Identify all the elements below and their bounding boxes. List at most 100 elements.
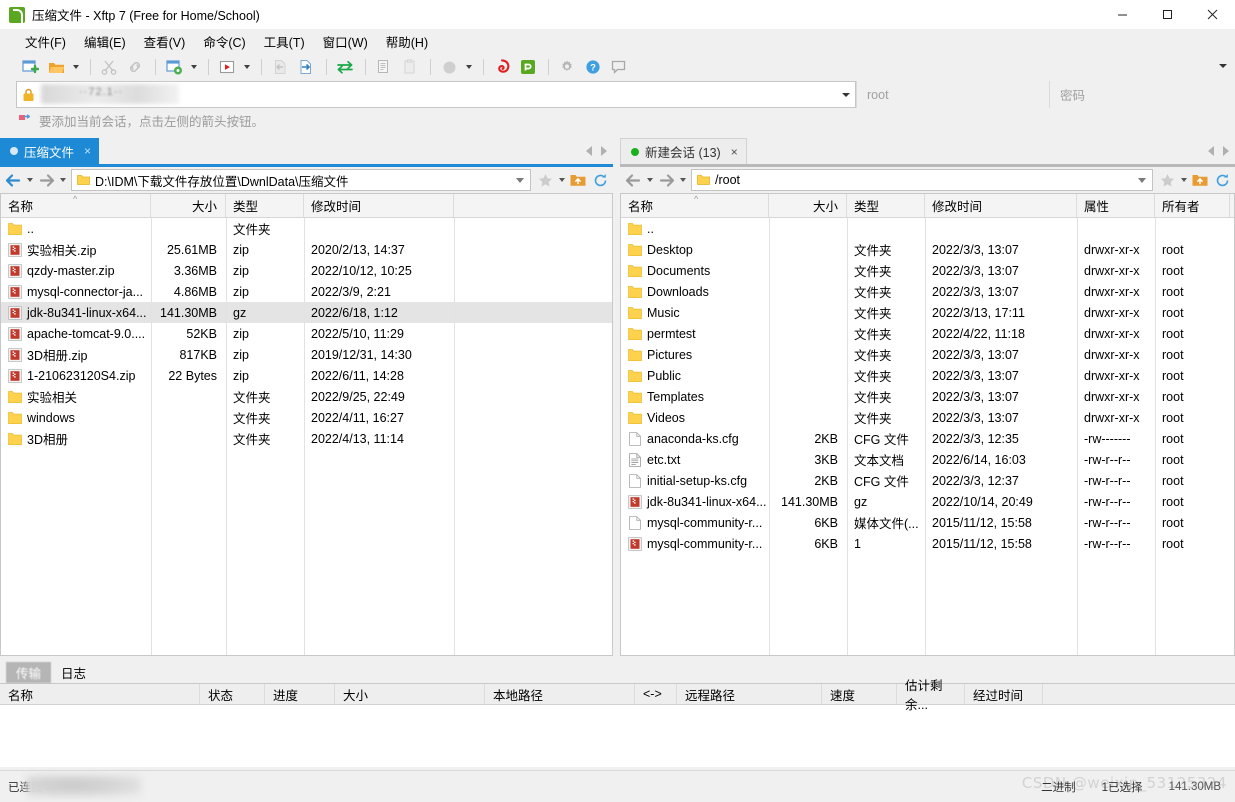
host-chevron-down-icon[interactable]: [837, 93, 855, 97]
table-row[interactable]: mysql-connector-ja... 4.86MB zip 2022/3/9, …: [1, 281, 612, 302]
refresh-icon[interactable]: [1211, 169, 1233, 191]
table-row[interactable]: Downloads 文件夹 2022/3/3, 13:07 drwxr-xr-x roo…: [621, 281, 1234, 302]
column-header-speed[interactable]: 速度: [822, 684, 897, 704]
close-button[interactable]: [1190, 0, 1235, 29]
local-path-input[interactable]: D:\IDM\下载文件存放位置\DwnlData\压缩文件: [71, 169, 531, 191]
transfer-list-body[interactable]: [0, 705, 1235, 767]
table-row[interactable]: ..: [621, 218, 1234, 239]
tab-close-icon[interactable]: ×: [731, 145, 738, 159]
table-row[interactable]: Documents 文件夹 2022/3/3, 13:07 drwxr-xr-x roo…: [621, 260, 1234, 281]
back-button[interactable]: [622, 169, 644, 191]
column-header-type[interactable]: 类型: [847, 194, 925, 217]
pane-splitter[interactable]: [613, 136, 620, 656]
menu-tools[interactable]: 工具(T): [255, 29, 314, 54]
column-header-eta[interactable]: 估计剩余...: [897, 679, 965, 712]
column-header-local-path[interactable]: 本地路径: [485, 684, 635, 704]
gear-icon[interactable]: [555, 56, 579, 78]
copy-icon[interactable]: [372, 56, 396, 78]
xshell-icon[interactable]: [490, 56, 514, 78]
circle-chevron-down-icon[interactable]: [463, 56, 474, 78]
column-header-status[interactable]: 状态: [200, 684, 265, 704]
table-row[interactable]: anaconda-ks.cfg 2KB CFG 文件 2022/3/3, 12:35 -…: [621, 428, 1234, 449]
run-chevron-down-icon[interactable]: [241, 56, 252, 78]
menu-file[interactable]: 文件(F): [16, 29, 75, 54]
new-session-icon[interactable]: [18, 56, 42, 78]
forward-button[interactable]: [655, 169, 677, 191]
sync-transfer-icon[interactable]: [333, 56, 357, 78]
session-settings-chevron-down-icon[interactable]: [188, 56, 199, 78]
bookmark-star-icon[interactable]: [534, 169, 556, 191]
transfer-right-icon[interactable]: [294, 56, 318, 78]
menu-help[interactable]: 帮助(H): [377, 29, 437, 54]
back-button[interactable]: [2, 169, 24, 191]
parent-folder-icon[interactable]: [1189, 169, 1211, 191]
table-row[interactable]: etc.txt 3KB 文本文档 2022/6/14, 16:03 -rw-r--r--…: [621, 449, 1234, 470]
column-header-type[interactable]: 类型: [226, 194, 304, 217]
forward-button[interactable]: [35, 169, 57, 191]
column-header-size[interactable]: 大小: [335, 684, 485, 704]
refresh-icon[interactable]: [589, 169, 611, 191]
toolbar-overflow-chevron-icon[interactable]: [1217, 56, 1229, 76]
open-folder-chevron-down-icon[interactable]: [70, 56, 81, 78]
column-header-remote-path[interactable]: 远程路径: [677, 684, 822, 704]
bookmark-star-icon[interactable]: [1156, 169, 1178, 191]
remote-file-list[interactable]: 名称 大小 类型 修改时间 属性 所有者 ^ .. Desktop 文件夹 2022/…: [620, 193, 1235, 656]
table-row[interactable]: Desktop 文件夹 2022/3/3, 13:07 drwxr-xr-x root: [621, 239, 1234, 260]
column-header-direction[interactable]: <->: [635, 684, 677, 704]
table-row[interactable]: 3D相册 文件夹 2022/4/13, 11:14: [1, 428, 612, 449]
tab-remote-new-session[interactable]: 新建会话 (13) ×: [620, 138, 747, 164]
table-row[interactable]: 3D相册.zip 817KB zip 2019/12/31, 14:30: [1, 344, 612, 365]
table-row[interactable]: Music 文件夹 2022/3/13, 17:11 drwxr-xr-x root: [621, 302, 1234, 323]
path-chevron-down-icon[interactable]: [516, 177, 524, 183]
run-icon[interactable]: [215, 56, 239, 78]
column-header-progress[interactable]: 进度: [265, 684, 335, 704]
table-row[interactable]: permtest 文件夹 2022/4/22, 11:18 drwxr-xr-x roo…: [621, 323, 1234, 344]
help-icon[interactable]: ?: [581, 56, 605, 78]
tab-scroll-right-icon[interactable]: [1223, 146, 1229, 156]
table-row[interactable]: apache-tomcat-9.0.... 52KB zip 2022/5/10, 1…: [1, 323, 612, 344]
menu-view[interactable]: 查看(V): [135, 29, 195, 54]
back-chevron-down-icon[interactable]: [24, 169, 35, 191]
forward-chevron-down-icon[interactable]: [57, 169, 68, 191]
table-row[interactable]: Pictures 文件夹 2022/3/3, 13:07 drwxr-xr-x root: [621, 344, 1234, 365]
remote-path-input[interactable]: /root: [691, 169, 1153, 191]
column-header-modified[interactable]: 修改时间: [304, 194, 454, 217]
column-header-size[interactable]: 大小: [769, 194, 847, 217]
menu-command[interactable]: 命令(C): [194, 29, 254, 54]
tab-scroll-right-icon[interactable]: [601, 146, 607, 156]
tab-local-compressed-files[interactable]: 压缩文件 ×: [0, 138, 100, 164]
bookmark-chevron-down-icon[interactable]: [556, 169, 567, 191]
table-row[interactable]: Public 文件夹 2022/3/3, 13:07 drwxr-xr-x root: [621, 365, 1234, 386]
column-header-owner[interactable]: 所有者: [1155, 194, 1230, 217]
menu-window[interactable]: 窗口(W): [314, 29, 377, 54]
maximize-button[interactable]: [1145, 0, 1190, 29]
menu-edit[interactable]: 编辑(E): [75, 29, 135, 54]
forward-chevron-down-icon[interactable]: [677, 169, 688, 191]
path-chevron-down-icon[interactable]: [1138, 177, 1146, 183]
table-row[interactable]: Videos 文件夹 2022/3/3, 13:07 drwxr-xr-x root: [621, 407, 1234, 428]
minimize-button[interactable]: [1100, 0, 1145, 29]
column-header-attrs[interactable]: 属性: [1077, 194, 1155, 217]
table-row[interactable]: 实验相关 文件夹 2022/9/25, 22:49: [1, 386, 612, 407]
parent-folder-icon[interactable]: [567, 169, 589, 191]
tab-close-icon[interactable]: ×: [84, 144, 91, 158]
comment-icon[interactable]: [607, 56, 631, 78]
bookmark-chevron-down-icon[interactable]: [1178, 169, 1189, 191]
host-input[interactable]: ··72.1··: [16, 81, 856, 108]
table-row[interactable]: Templates 文件夹 2022/3/3, 13:07 drwxr-xr-x roo…: [621, 386, 1234, 407]
open-folder-icon[interactable]: [44, 56, 68, 78]
table-row[interactable]: jdk-8u341-linux-x64... 141.30MB gz 2022/10/…: [621, 491, 1234, 512]
tab-scroll-left-icon[interactable]: [586, 146, 592, 156]
column-header-name[interactable]: 名称: [0, 684, 200, 704]
tab-scroll-left-icon[interactable]: [1208, 146, 1214, 156]
local-file-list[interactable]: 名称 大小 类型 修改时间 ^ .. 文件夹 实验相关.zip 25.61MB zip 2…: [0, 193, 613, 656]
table-row[interactable]: mysql-community-r... 6KB 媒体文件(... 2015/11/1…: [621, 512, 1234, 533]
table-row[interactable]: windows 文件夹 2022/4/11, 16:27: [1, 407, 612, 428]
xftp-icon-small[interactable]: [516, 56, 540, 78]
username-input[interactable]: root: [856, 81, 1049, 108]
tab-transfer[interactable]: 传输: [6, 662, 52, 683]
column-header-elapsed[interactable]: 经过时间: [965, 684, 1043, 704]
table-row[interactable]: .. 文件夹: [1, 218, 612, 239]
session-settings-icon[interactable]: [162, 56, 186, 78]
table-row[interactable]: qzdy-master.zip 3.36MB zip 2022/10/12, 10:2…: [1, 260, 612, 281]
